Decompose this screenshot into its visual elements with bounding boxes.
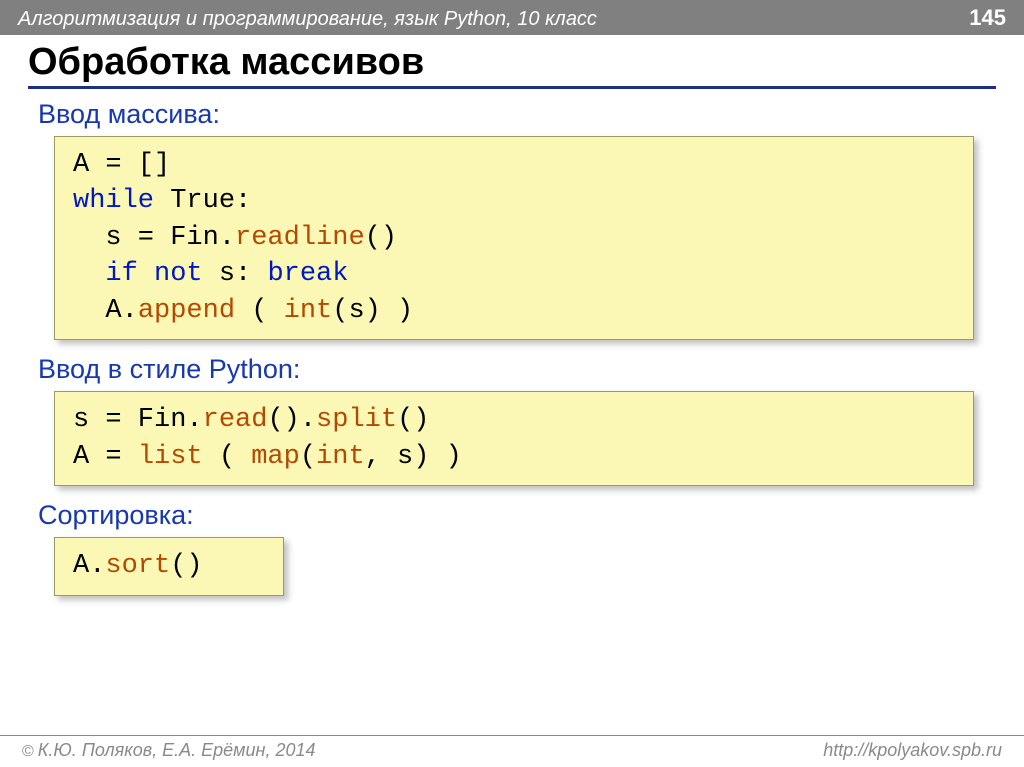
code-text: s = Fin. <box>73 405 203 435</box>
code-block-2: s = Fin.read().split() A = list ( map(in… <box>54 391 974 486</box>
code-text: s: <box>203 259 268 289</box>
code-text: (). <box>267 405 316 435</box>
code-text: (s) ) <box>332 296 413 326</box>
page-number: 145 <box>969 5 1006 31</box>
code-function: split <box>316 405 397 435</box>
code-keyword: while <box>73 186 154 216</box>
code-text: () <box>365 223 397 253</box>
code-text: True: <box>154 186 251 216</box>
code-text: s = Fin. <box>73 223 235 253</box>
section-label-sort: Сортировка: <box>38 500 996 531</box>
code-text: ( <box>300 442 316 472</box>
code-text: () <box>170 551 202 581</box>
footer-url: http://kpolyakov.spb.ru <box>823 740 1002 761</box>
code-text: () <box>397 405 429 435</box>
code-text: , s) ) <box>365 442 462 472</box>
slide-body: Обработка массивов Ввод массива: A = [] … <box>0 35 1024 767</box>
code-function: read <box>203 405 268 435</box>
code-text: A = [] <box>73 150 170 180</box>
course-title: Алгоритмизация и программирование, язык … <box>18 8 597 31</box>
code-function: append <box>138 296 235 326</box>
slide: Алгоритмизация и программирование, язык … <box>0 0 1024 767</box>
code-keyword: if not <box>105 259 202 289</box>
slide-header: Алгоритмизация и программирование, язык … <box>0 0 1024 35</box>
copyright-icon: © <box>22 743 34 760</box>
code-text: A. <box>73 296 138 326</box>
slide-footer: ©К.Ю. Поляков, Е.А. Ерёмин, 2014 http://… <box>0 735 1024 767</box>
code-keyword: break <box>267 259 348 289</box>
code-text: ( <box>235 296 284 326</box>
code-function: map <box>251 442 300 472</box>
slide-title: Обработка массивов <box>28 41 996 89</box>
code-block-3: A.sort() <box>54 537 284 595</box>
code-function: list <box>138 442 203 472</box>
code-text: A. <box>73 551 105 581</box>
authors-text: К.Ю. Поляков, Е.А. Ерёмин, 2014 <box>38 740 316 760</box>
code-block-1: A = [] while True: s = Fin.readline() if… <box>54 136 974 340</box>
code-text <box>73 259 105 289</box>
code-function: int <box>284 296 333 326</box>
footer-authors: ©К.Ю. Поляков, Е.А. Ерёмин, 2014 <box>22 740 316 761</box>
code-function: readline <box>235 223 365 253</box>
code-text: A = <box>73 442 138 472</box>
code-function: int <box>316 442 365 472</box>
code-function: sort <box>105 551 170 581</box>
code-text: ( <box>203 442 252 472</box>
section-label-input-array: Ввод массива: <box>38 99 996 130</box>
section-label-python-style: Ввод в стиле Python: <box>38 354 996 385</box>
